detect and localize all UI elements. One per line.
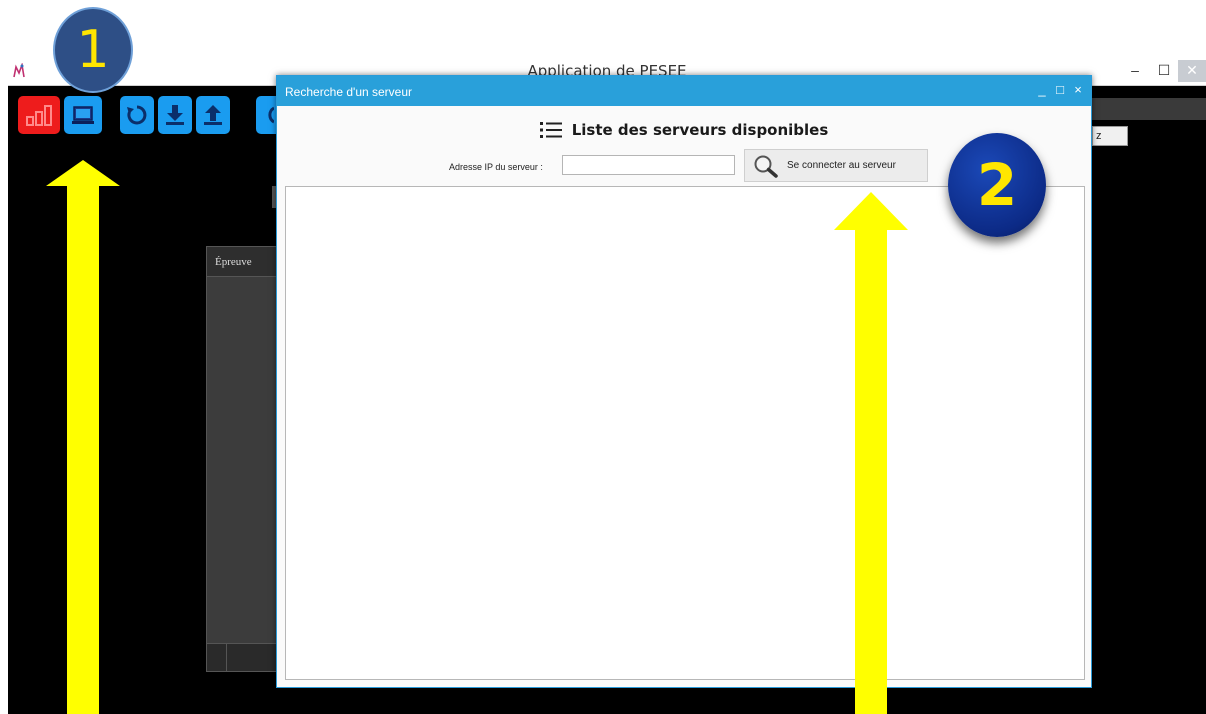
step-badge-1-number: 1	[76, 20, 110, 80]
connect-server-button[interactable]: Se connecter au serveur	[744, 149, 928, 182]
refresh-icon	[127, 105, 147, 125]
background-table-header: Épreuve	[207, 247, 285, 277]
arrow-1-icon	[46, 160, 120, 714]
main-maximize-button[interactable]: ☐	[1150, 60, 1178, 82]
search-icon	[754, 155, 778, 178]
dialog-titlebar[interactable]: Recherche d'un serveur _ □ ×	[277, 76, 1091, 106]
main-close-button[interactable]: ✕	[1178, 60, 1206, 82]
step-badge-1: 1	[53, 7, 133, 93]
dialog-close-button[interactable]: ×	[1071, 82, 1085, 98]
stats-icon	[26, 105, 52, 126]
list-icon	[539, 122, 562, 138]
download-icon	[166, 105, 184, 125]
toolbar-partial-button[interactable]	[256, 96, 278, 134]
dialog-maximize-button[interactable]: □	[1053, 82, 1067, 98]
background-table-panel: Épreuve	[206, 246, 286, 672]
dialog-title: Recherche d'un serveur	[285, 85, 413, 99]
laptop-icon	[72, 106, 94, 124]
download-button[interactable]	[158, 96, 192, 134]
server-button[interactable]	[64, 96, 102, 134]
server-list-title: Liste des serveurs disponibles	[571, 121, 829, 139]
right-toolbar-strip	[1092, 98, 1206, 120]
partial-icon	[268, 106, 274, 124]
server-list-header: Liste des serveurs disponibles	[277, 116, 1091, 144]
background-table-footer	[207, 643, 285, 671]
step-badge-2-number: 2	[976, 151, 1018, 219]
column-header-epreuve[interactable]: Épreuve	[215, 256, 252, 268]
connect-server-label: Se connecter au serveur	[787, 160, 896, 171]
dialog-minimize-button[interactable]: _	[1035, 82, 1049, 98]
ip-address-input[interactable]	[562, 155, 735, 175]
upload-icon	[204, 105, 222, 125]
step-badge-2: 2	[948, 133, 1046, 237]
right-field[interactable]: z	[1092, 126, 1128, 146]
ip-address-label: Adresse IP du serveur :	[449, 162, 543, 172]
footer-cell	[207, 644, 227, 671]
upload-button[interactable]	[196, 96, 230, 134]
stats-button[interactable]	[18, 96, 60, 134]
server-list[interactable]	[285, 186, 1085, 680]
main-minimize-button[interactable]: –	[1121, 60, 1149, 82]
refresh-button[interactable]	[120, 96, 154, 134]
arrow-2-icon	[834, 192, 908, 714]
